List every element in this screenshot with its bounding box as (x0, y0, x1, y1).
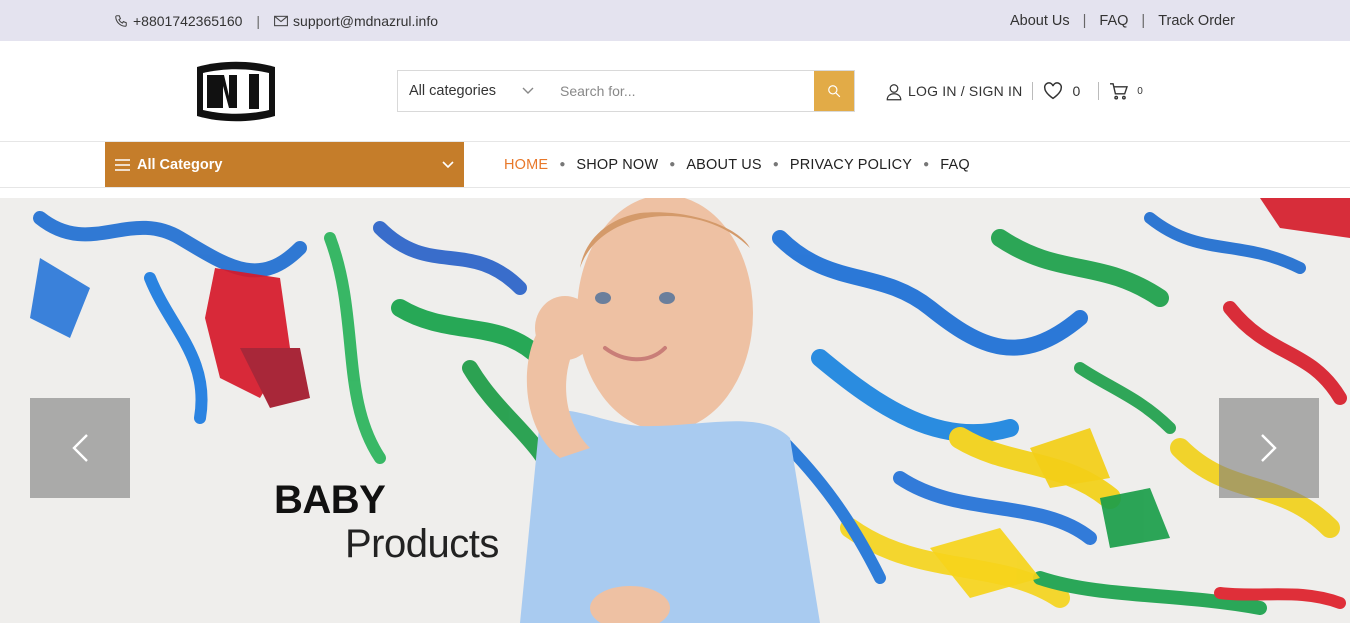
mail-icon (274, 15, 288, 26)
account-area: LOG IN / SIGN IN 0 0 (885, 70, 1143, 112)
divider (1032, 82, 1034, 100)
cart-count: 0 (1137, 85, 1143, 97)
top-links: About Us | FAQ | Track Order (1010, 0, 1235, 41)
nav-faq[interactable]: FAQ (940, 157, 970, 173)
top-bar: +8801742365160 | support@mdnazrul.info A… (0, 0, 1350, 41)
user-icon (886, 83, 902, 100)
cart-icon (1110, 82, 1129, 100)
hero-slider: BABY Products (0, 198, 1350, 623)
nav-separator: ● (559, 159, 566, 170)
login-label: LOG IN / SIGN IN (908, 83, 1023, 99)
hero-subtitle: Products (345, 522, 499, 566)
contact-info: +8801742365160 | support@mdnazrul.info (114, 0, 438, 41)
about-us-link[interactable]: About Us (1010, 13, 1070, 29)
divider: | (1082, 12, 1087, 29)
divider: | (256, 12, 261, 29)
hero-image (30, 198, 1350, 623)
nav-separator: ● (669, 159, 676, 170)
nav-home[interactable]: HOME (504, 157, 548, 173)
menu-icon (115, 158, 130, 171)
phone-icon (115, 14, 127, 27)
email-address: support@mdnazrul.info (293, 12, 438, 29)
search-input[interactable] (548, 71, 814, 111)
search-icon (828, 85, 841, 98)
slider-next-button[interactable] (1219, 398, 1319, 498)
chevron-left-icon (72, 434, 88, 462)
heart-icon (1044, 82, 1063, 100)
search-bar: All categories (397, 70, 855, 112)
category-select[interactable]: All categories (398, 71, 548, 111)
nav-shop-now[interactable]: SHOP NOW (576, 157, 658, 173)
chevron-right-icon (1261, 434, 1277, 462)
hero-title: BABY (274, 478, 386, 522)
chevron-down-icon (442, 160, 454, 168)
all-category-label: All Category (137, 156, 223, 173)
faq-link[interactable]: FAQ (1099, 13, 1128, 29)
all-category-button[interactable]: All Category (105, 142, 464, 187)
nav-about-us[interactable]: ABOUT US (686, 157, 761, 173)
divider (1098, 82, 1100, 100)
header: All categories LOG IN / SIGN IN 0 0 (0, 41, 1350, 142)
category-select-value: All categories (409, 83, 497, 99)
login-link[interactable]: LOG IN / SIGN IN (885, 82, 1022, 101)
slider-prev-button[interactable] (30, 398, 130, 498)
email-item[interactable]: support@mdnazrul.info (274, 13, 438, 29)
site-logo[interactable] (193, 61, 279, 122)
phone-item[interactable]: +8801742365160 (114, 13, 242, 29)
chevron-down-icon (522, 87, 534, 94)
main-menu: HOME ● SHOP NOW ● ABOUT US ● PRIVACY POL… (504, 142, 970, 187)
main-nav-row: All Category HOME ● SHOP NOW ● ABOUT US … (0, 142, 1350, 188)
track-order-link[interactable]: Track Order (1158, 13, 1235, 29)
cart-button[interactable]: 0 (1109, 82, 1143, 100)
wishlist-button[interactable]: 0 (1043, 82, 1080, 100)
nav-privacy-policy[interactable]: PRIVACY POLICY (790, 157, 912, 173)
search-button[interactable] (814, 71, 854, 111)
divider: | (1141, 12, 1146, 29)
nav-separator: ● (923, 159, 930, 170)
phone-number: +8801742365160 (133, 12, 243, 29)
wishlist-count: 0 (1072, 83, 1081, 99)
nav-separator: ● (772, 159, 779, 170)
